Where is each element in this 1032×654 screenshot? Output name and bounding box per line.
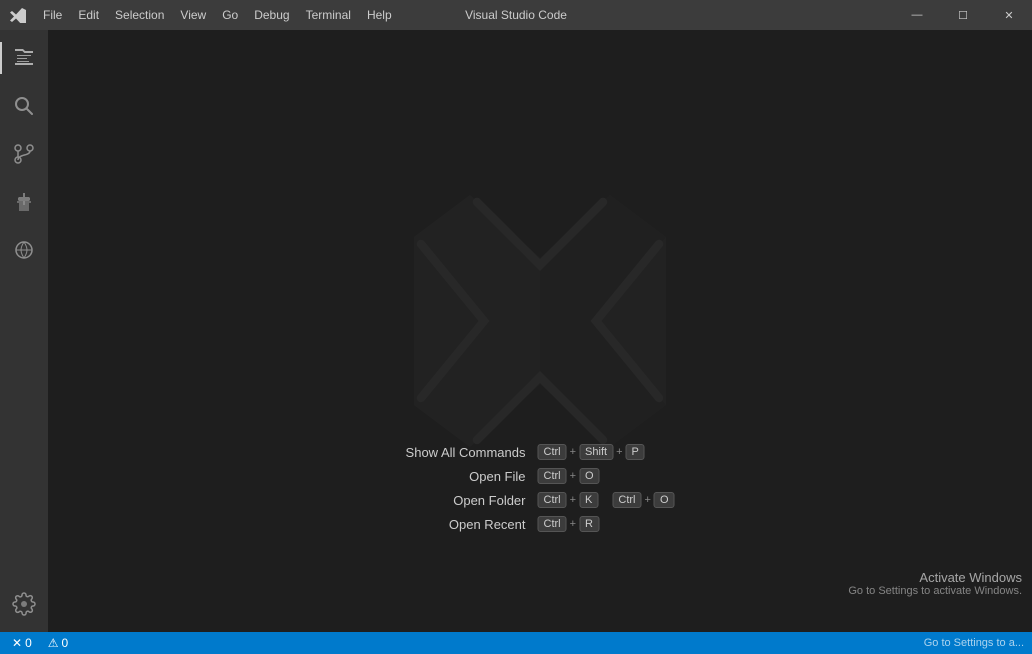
kbd-o2: O <box>654 492 675 508</box>
activate-windows-line2: Go to Settings to activate Windows. <box>848 585 1022 597</box>
kbd-group-open-file: Ctrl + O <box>538 468 600 484</box>
error-count: 0 <box>25 636 32 650</box>
kbd-ctrl: Ctrl <box>538 516 567 532</box>
statusbar-errors[interactable]: ✕ 0 <box>8 632 36 654</box>
error-icon: ✕ <box>12 636 22 650</box>
command-show-all: Show All Commands Ctrl + Shift + P <box>406 444 675 460</box>
menu-help[interactable]: Help <box>359 0 400 30</box>
activate-windows-watermark: Activate Windows Go to Settings to activ… <box>848 570 1022 597</box>
command-label: Open Folder <box>406 493 526 508</box>
kbd-ctrl2: Ctrl <box>612 492 641 508</box>
kbd-r: R <box>579 516 599 532</box>
menu-edit[interactable]: Edit <box>70 0 107 30</box>
warning-icon: ⚠ <box>48 636 59 650</box>
kbd-o: O <box>579 468 600 484</box>
main-layout: Show All Commands Ctrl + Shift + P Open … <box>0 30 1032 632</box>
activate-windows-line1: Activate Windows <box>848 570 1022 585</box>
sidebar-item-explorer[interactable] <box>0 34 48 82</box>
command-open-recent: Open Recent Ctrl + R <box>406 516 675 532</box>
menu-debug[interactable]: Debug <box>246 0 297 30</box>
menu-file[interactable]: File <box>35 0 70 30</box>
kbd-shift: Shift <box>579 444 613 460</box>
app-logo <box>0 7 35 23</box>
statusbar-left: ✕ 0 ⚠ 0 <box>8 632 72 654</box>
kbd-ctrl: Ctrl <box>538 444 567 460</box>
kbd-group-open-recent: Ctrl + R <box>538 516 600 532</box>
kbd-ctrl: Ctrl <box>538 468 567 484</box>
statusbar-right: Go to Settings to a... <box>924 637 1024 649</box>
statusbar-right-text: Go to Settings to a... <box>924 637 1024 649</box>
titlebar: File Edit Selection View Go Debug Termin… <box>0 0 1032 30</box>
menu-selection[interactable]: Selection <box>107 0 172 30</box>
kbd-p: P <box>626 444 645 460</box>
kbd-group-open-folder: Ctrl + K Ctrl + O <box>538 492 675 508</box>
warning-count: 0 <box>62 636 69 650</box>
command-open-file: Open File Ctrl + O <box>406 468 675 484</box>
kbd-group-show-all: Ctrl + Shift + P <box>538 444 645 460</box>
kbd-ctrl: Ctrl <box>538 492 567 508</box>
kbd-k: K <box>579 492 598 508</box>
sidebar-item-search[interactable] <box>0 82 48 130</box>
activity-bar-bottom <box>0 580 48 628</box>
window-title: Visual Studio Code <box>465 8 567 22</box>
sidebar-item-remote[interactable] <box>0 226 48 274</box>
sidebar-item-source-control[interactable] <box>0 130 48 178</box>
maximize-button[interactable]: ☐ <box>940 0 986 30</box>
statusbar: ✕ 0 ⚠ 0 Go to Settings to a... <box>0 632 1032 654</box>
command-open-folder: Open Folder Ctrl + K Ctrl + O <box>406 492 675 508</box>
window-controls: — ☐ ✕ <box>894 0 1032 30</box>
menu-view[interactable]: View <box>172 0 214 30</box>
settings-icon[interactable] <box>0 580 48 628</box>
command-label: Open File <box>406 469 526 484</box>
minimize-button[interactable]: — <box>894 0 940 30</box>
command-label: Open Recent <box>406 517 526 532</box>
statusbar-warnings[interactable]: ⚠ 0 <box>44 632 72 654</box>
sidebar-item-extensions[interactable] <box>0 178 48 226</box>
close-button[interactable]: ✕ <box>986 0 1032 30</box>
menu-go[interactable]: Go <box>214 0 246 30</box>
menu-bar: File Edit Selection View Go Debug Termin… <box>35 0 400 30</box>
command-label: Show All Commands <box>406 445 526 460</box>
editor-area: Show All Commands Ctrl + Shift + P Open … <box>48 30 1032 632</box>
commands-section: Show All Commands Ctrl + Shift + P Open … <box>406 444 675 532</box>
activity-bar <box>0 30 48 632</box>
vscode-logo <box>400 181 680 461</box>
menu-terminal[interactable]: Terminal <box>298 0 359 30</box>
